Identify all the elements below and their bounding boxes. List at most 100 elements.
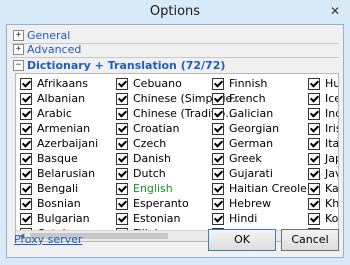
language-item[interactable]: Java: [308, 166, 338, 181]
language-item[interactable]: Hebrew: [212, 196, 307, 211]
section-dictionary[interactable]: − Dictionary + Translation (72/72): [13, 58, 225, 72]
language-checkbox[interactable]: [308, 107, 320, 120]
language-item[interactable]: Finnish: [212, 76, 307, 91]
language-checkbox[interactable]: [116, 77, 128, 90]
language-checkbox[interactable]: [212, 107, 224, 120]
language-item[interactable]: Greek: [212, 151, 307, 166]
language-checkbox[interactable]: [20, 182, 32, 195]
language-checkbox[interactable]: [20, 107, 32, 120]
language-item[interactable]: Irish: [308, 121, 338, 136]
section-advanced[interactable]: + Advanced: [13, 42, 81, 56]
options-window: Options ✕ + General + Advanced − Diction…: [0, 0, 350, 265]
language-item[interactable]: Arabic: [20, 106, 98, 121]
language-item[interactable]: Hindi: [212, 211, 307, 226]
language-column-3: Finnish French Galician Georgian German Greek…: [212, 76, 307, 241]
language-checkbox[interactable]: [308, 77, 320, 90]
language-checkbox[interactable]: [20, 137, 32, 150]
language-label: Azerbaijani: [37, 137, 99, 150]
language-checkbox[interactable]: [212, 167, 224, 180]
language-checkbox[interactable]: [212, 137, 224, 150]
language-item[interactable]: Italia: [308, 136, 338, 151]
language-checkbox[interactable]: [20, 152, 32, 165]
language-label: Estonian: [133, 212, 181, 225]
language-item[interactable]: Icela: [308, 91, 338, 106]
language-checkbox[interactable]: [20, 212, 32, 225]
language-checkbox[interactable]: [116, 197, 128, 210]
language-item[interactable]: Indo: [308, 106, 338, 121]
language-checkbox[interactable]: [212, 122, 224, 135]
section-advanced-label[interactable]: Advanced: [27, 43, 81, 56]
language-checkbox[interactable]: [20, 197, 32, 210]
language-item[interactable]: Armenian: [20, 121, 98, 136]
title-bar: Options ✕: [0, 0, 350, 24]
language-item[interactable]: Bengali: [20, 181, 98, 196]
language-checkbox[interactable]: [116, 137, 128, 150]
section-dictionary-label[interactable]: Dictionary + Translation (72/72): [27, 59, 225, 72]
language-checkbox[interactable]: [20, 92, 32, 105]
language-checkbox[interactable]: [308, 212, 320, 225]
language-item[interactable]: German: [212, 136, 307, 151]
language-label: Armenian: [37, 122, 91, 135]
language-checkbox[interactable]: [212, 197, 224, 210]
section-general[interactable]: + General: [13, 28, 70, 42]
language-checkbox[interactable]: [116, 167, 128, 180]
language-label: Belarusian: [37, 167, 96, 180]
language-checkbox[interactable]: [116, 92, 128, 105]
language-checkbox[interactable]: [308, 92, 320, 105]
language-item[interactable]: French: [212, 91, 307, 106]
language-checkbox[interactable]: [308, 167, 320, 180]
language-item[interactable]: Kore: [308, 211, 338, 226]
language-label: German: [229, 137, 274, 150]
language-checkbox[interactable]: [212, 182, 224, 195]
language-checkbox[interactable]: [116, 212, 128, 225]
language-checkbox[interactable]: [116, 107, 128, 120]
expand-icon[interactable]: +: [13, 29, 24, 41]
language-item[interactable]: Bulgarian: [20, 211, 98, 226]
language-item[interactable]: Basque: [20, 151, 98, 166]
language-checkbox[interactable]: [212, 92, 224, 105]
cancel-button[interactable]: Cancel: [281, 229, 339, 251]
language-item[interactable]: Bosnian: [20, 196, 98, 211]
language-item[interactable]: Azerbaijani: [20, 136, 98, 151]
language-label: Finnish: [229, 77, 268, 90]
language-item[interactable]: Galician: [212, 106, 307, 121]
language-checkbox[interactable]: [308, 182, 320, 195]
language-checkbox[interactable]: [308, 137, 320, 150]
language-checkbox[interactable]: [212, 212, 224, 225]
language-item[interactable]: Belarusian: [20, 166, 98, 181]
language-label: Bulgarian: [37, 212, 90, 225]
language-item[interactable]: Albanian: [20, 91, 98, 106]
language-checkbox[interactable]: [212, 77, 224, 90]
language-checkbox[interactable]: [116, 182, 128, 195]
language-label: Hur: [325, 77, 338, 90]
language-item[interactable]: Japa: [308, 151, 338, 166]
language-item[interactable]: Georgian: [212, 121, 307, 136]
language-item[interactable]: Gujarati: [212, 166, 307, 181]
language-column-4: Hur Icela Indo Irish Italia Japa Java Kan Khm Kor…: [308, 76, 338, 241]
language-checkbox[interactable]: [116, 152, 128, 165]
language-label: Icela: [325, 92, 338, 105]
language-item[interactable]: Afrikaans: [20, 76, 98, 91]
options-panel: + General + Advanced − Dictionary + Tran…: [6, 24, 344, 258]
language-label: Dutch: [133, 167, 166, 180]
language-checkbox[interactable]: [20, 167, 32, 180]
language-label: Galician: [229, 107, 274, 120]
language-label: Basque: [37, 152, 78, 165]
language-item[interactable]: Hur: [308, 76, 338, 91]
expand-icon[interactable]: +: [13, 43, 24, 55]
language-item[interactable]: Haitian Creole: [212, 181, 307, 196]
language-checkbox[interactable]: [116, 122, 128, 135]
language-checkbox[interactable]: [308, 122, 320, 135]
proxy-server-link[interactable]: Proxy server: [14, 233, 82, 246]
language-checkbox[interactable]: [20, 122, 32, 135]
language-checkbox[interactable]: [308, 152, 320, 165]
language-checkbox[interactable]: [308, 197, 320, 210]
language-item[interactable]: Kan: [308, 181, 338, 196]
language-item[interactable]: Khm: [308, 196, 338, 211]
ok-button[interactable]: OK: [208, 229, 276, 251]
collapse-icon[interactable]: −: [13, 59, 24, 71]
language-checkbox[interactable]: [212, 152, 224, 165]
close-icon[interactable]: ✕: [326, 3, 344, 19]
section-general-label[interactable]: General: [27, 29, 70, 42]
language-checkbox[interactable]: [20, 77, 32, 90]
